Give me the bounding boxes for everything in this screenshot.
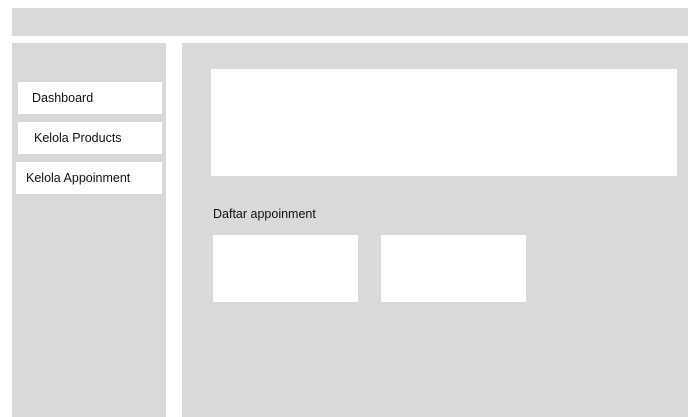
banner-panel [211, 69, 677, 176]
appoinment-card[interactable] [381, 235, 526, 302]
sidebar: Dashboard Kelola Products Kelola Appoinm… [12, 43, 166, 417]
top-header-bar [12, 8, 688, 36]
sidebar-item-kelola-appoinment[interactable]: Kelola Appoinment [16, 162, 162, 194]
sidebar-item-dashboard[interactable]: Dashboard [18, 82, 162, 114]
sidebar-item-kelola-products[interactable]: Kelola Products [18, 122, 162, 154]
main-content: Daftar appoinment [182, 43, 688, 417]
section-title-appoinment-list: Daftar appoinment [213, 207, 316, 221]
appoinment-card[interactable] [213, 235, 358, 302]
